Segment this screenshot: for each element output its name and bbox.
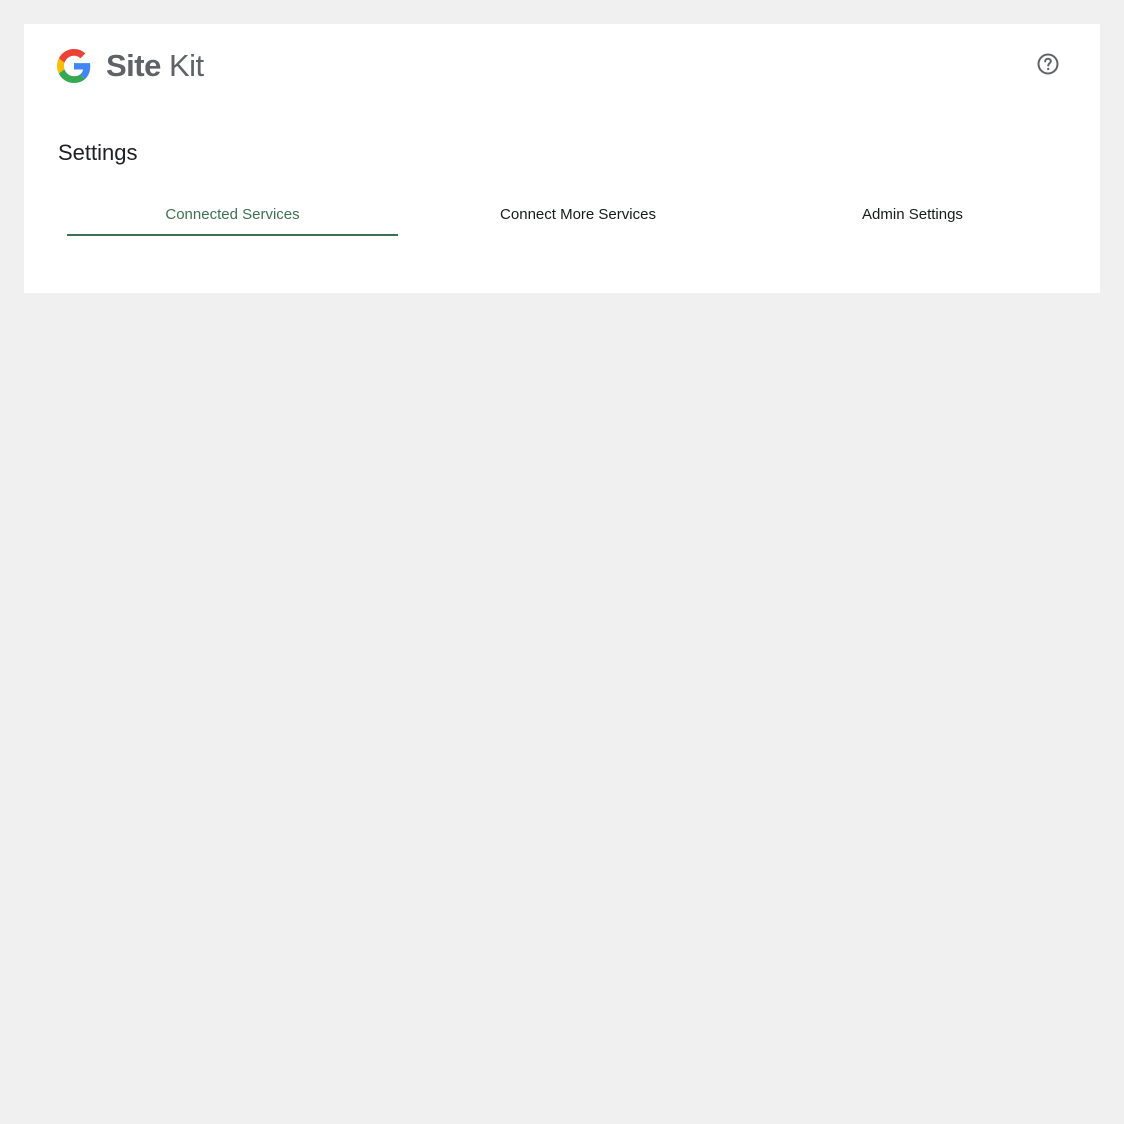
google-g-icon	[57, 48, 91, 84]
site-kit-logo: Site Kit	[57, 48, 204, 84]
tab-admin-settings[interactable]: Admin Settings	[758, 192, 1067, 236]
brand-name: Site Kit	[106, 48, 204, 84]
page-title: Settings	[58, 140, 138, 165]
tab-connect-more-services[interactable]: Connect More Services	[398, 192, 758, 236]
brand-name-light: Kit	[168, 48, 204, 83]
settings-tabs: Connected Services Connect More Services…	[67, 192, 1067, 236]
help-circle-icon	[1036, 52, 1060, 81]
settings-card: Site Kit Settings Connected Services Con…	[24, 24, 1100, 293]
help-button[interactable]	[1033, 51, 1063, 81]
tab-connected-services[interactable]: Connected Services	[67, 192, 398, 236]
brand-name-bold: Site	[106, 48, 161, 83]
